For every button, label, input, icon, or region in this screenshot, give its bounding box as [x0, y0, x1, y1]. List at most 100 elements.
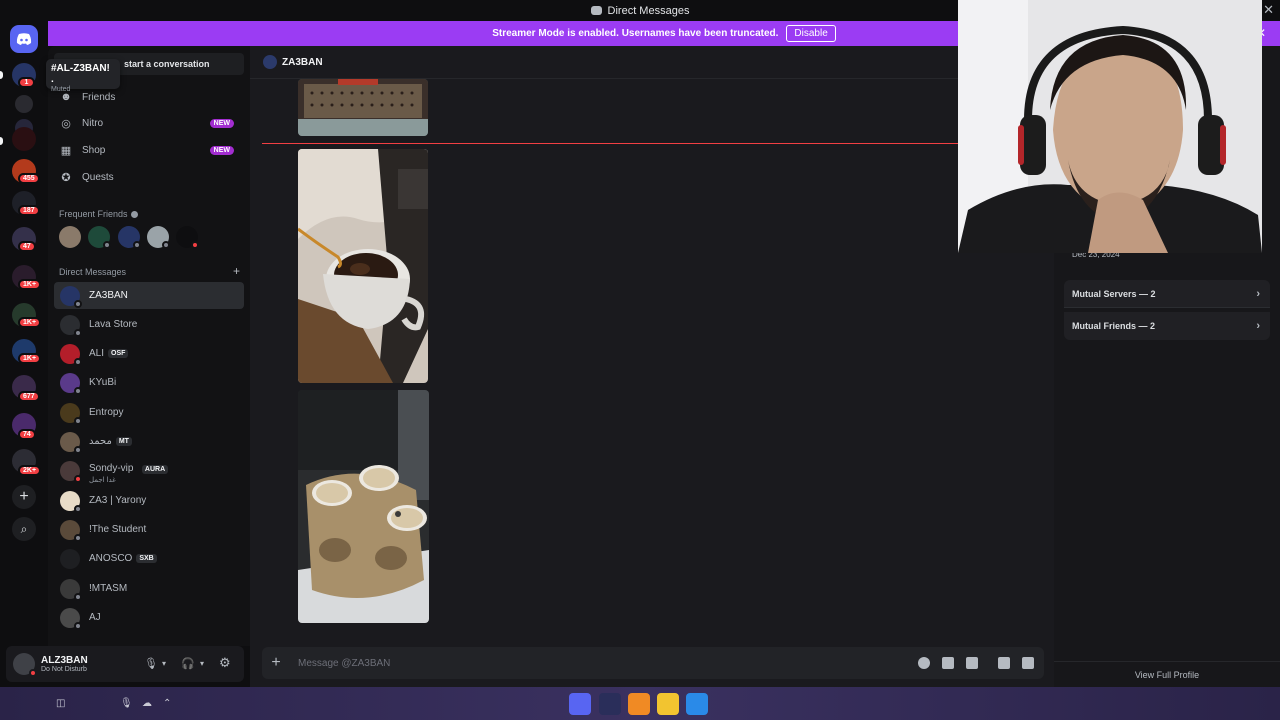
dm-item[interactable]: ZA3BAN [54, 282, 244, 309]
network-icon[interactable]: ◫ [56, 698, 65, 709]
new-badge: NEW [209, 118, 234, 128]
server-tooltip: #AL-Z3BAN! . Muted [46, 59, 120, 93]
image-attachment[interactable] [298, 79, 428, 136]
image-attachment[interactable] [298, 390, 429, 623]
coffee-cups-tray-photo [298, 390, 429, 623]
discord-logo-icon [16, 33, 32, 45]
dm-item[interactable]: محمد MT [54, 428, 244, 455]
server-badge: 47 [18, 241, 36, 252]
frequent-friend-avatar[interactable] [59, 226, 81, 248]
tray-chevron-icon[interactable]: ⌃ [163, 698, 171, 709]
tooltip-muted: Muted [51, 86, 71, 93]
server-icon[interactable] [12, 127, 36, 151]
dm-item[interactable]: !MTASM [54, 575, 244, 602]
home-button[interactable] [10, 25, 38, 53]
dm-item[interactable]: !The Student [54, 516, 244, 543]
server-badge: 1K+ [18, 317, 42, 328]
chevron-down-icon[interactable]: ▾ [200, 659, 204, 668]
dnd-status-dot [29, 669, 37, 677]
nav-label: Shop [82, 144, 106, 156]
info-icon[interactable] [130, 211, 138, 218]
app-taskbar-icon[interactable] [628, 693, 650, 715]
avatar [60, 343, 82, 366]
recipient-avatar [263, 55, 277, 69]
mutual-servers-label: Mutual Servers — 2 [1072, 288, 1156, 299]
nitro-icon: ◎ [61, 117, 71, 130]
mutual-friends-row[interactable]: Mutual Friends — 2 › [1064, 312, 1270, 340]
apps-icon[interactable] [998, 657, 1010, 669]
dm-item[interactable]: Entropy [54, 399, 244, 426]
avatar [60, 490, 82, 513]
avatar [60, 519, 82, 542]
server-icon[interactable] [15, 95, 33, 113]
frequent-friend-avatar[interactable] [147, 226, 170, 249]
dm-name: محمد [89, 436, 112, 447]
view-full-profile-button[interactable]: View Full Profile [1054, 661, 1280, 687]
discord-taskbar-icon[interactable] [569, 693, 591, 715]
dm-item[interactable]: AJ [54, 604, 244, 631]
quests-icon: ✪ [61, 171, 71, 184]
clan-tag: AURA [141, 464, 169, 474]
server-pill [0, 71, 3, 79]
dm-name: !MTASM [89, 583, 128, 594]
gift-icon[interactable] [1022, 657, 1034, 669]
dm-item[interactable]: ANOSCO SXB [54, 545, 244, 572]
windows-start-icon[interactable] [686, 693, 708, 715]
attach-plus-icon[interactable]: + [268, 654, 284, 671]
window-close-icon[interactable]: ✕ [1263, 2, 1274, 18]
server-badge: 1 [18, 77, 35, 88]
dm-item[interactable]: Sondy-vip AURA غدا اجمل [54, 457, 244, 484]
server-badge: 74 [18, 429, 36, 440]
file-explorer-icon[interactable] [657, 693, 679, 715]
clan-tag: OSF [108, 349, 129, 358]
discord-window: Direct Messages ✕ 1 455 187 47 1K+ 1K+ 1… [0, 0, 1280, 720]
dm-name: !The Student [89, 524, 147, 535]
nav-shop[interactable]: ▦ Shop NEW [54, 138, 244, 162]
notion-taskbar-icon[interactable] [599, 693, 621, 715]
discover-button[interactable]: ⌕ [12, 517, 36, 541]
emoji-icon[interactable] [918, 657, 930, 669]
server-badge: 677 [18, 391, 40, 402]
mic-tray-icon[interactable]: 🎙 [120, 698, 133, 709]
microphone-icon[interactable]: 🎙 [144, 657, 158, 670]
dm-name: KYuBi [89, 377, 117, 388]
os-taskbar: ◫ 🎙 ☁ ⌃ [0, 687, 1280, 720]
frequent-friend-avatar[interactable] [88, 226, 111, 249]
message-input[interactable] [298, 657, 858, 669]
user-name: ALZ3BAN [41, 655, 88, 666]
settings-gear-icon[interactable]: ⚙ [219, 655, 231, 671]
gif-icon[interactable] [942, 657, 954, 669]
sticker-icon[interactable] [966, 657, 978, 669]
mutual-servers-row[interactable]: Mutual Servers — 2 › [1064, 280, 1270, 308]
dm-item[interactable]: Lava Store [54, 311, 244, 338]
dm-item[interactable]: KYuBi [54, 369, 244, 396]
user-avatar[interactable] [13, 653, 37, 677]
user-panel: ALZ3BAN Do Not Disturb 🎙 ▾ 🎧 ▾ ⚙ [6, 646, 244, 682]
chevron-right-icon: › [1256, 287, 1260, 300]
frequent-friend-avatar[interactable] [176, 226, 199, 249]
shop-icon: ▦ [60, 144, 72, 157]
disable-streamer-mode-button[interactable]: Disable [786, 25, 836, 42]
chevron-right-icon: › [1256, 320, 1260, 332]
dm-item[interactable]: ZA3 | Yarony [54, 487, 244, 514]
dm-name-block: Sondy-vip AURA غدا اجمل [89, 458, 169, 484]
nav-nitro[interactable]: ◎ Nitro NEW [54, 111, 244, 135]
create-dm-icon[interactable]: + [233, 264, 240, 278]
chevron-down-icon[interactable]: ▾ [162, 659, 166, 668]
clan-tag: MT [115, 437, 132, 446]
server-badge: 1K+ [18, 353, 42, 364]
server-badge: 1K+ [18, 279, 42, 290]
avatar [60, 607, 82, 630]
headphones-icon[interactable]: 🎧 [181, 657, 195, 670]
dm-name: ANOSCO [89, 553, 133, 564]
webcam-overlay [958, 0, 1262, 253]
dm-name: Entropy [89, 407, 124, 418]
dm-item[interactable]: ALI OSF [54, 340, 244, 367]
chat-header: ZA3BAN [250, 46, 1054, 79]
nav-quests[interactable]: ✪ Quests [54, 165, 244, 189]
frequent-friend-avatar[interactable] [118, 226, 141, 249]
image-attachment[interactable] [298, 149, 428, 383]
cloud-tray-icon[interactable]: ☁ [142, 698, 152, 709]
user-info[interactable]: ALZ3BAN Do Not Disturb [41, 655, 88, 673]
add-server-button[interactable]: + [12, 485, 36, 509]
